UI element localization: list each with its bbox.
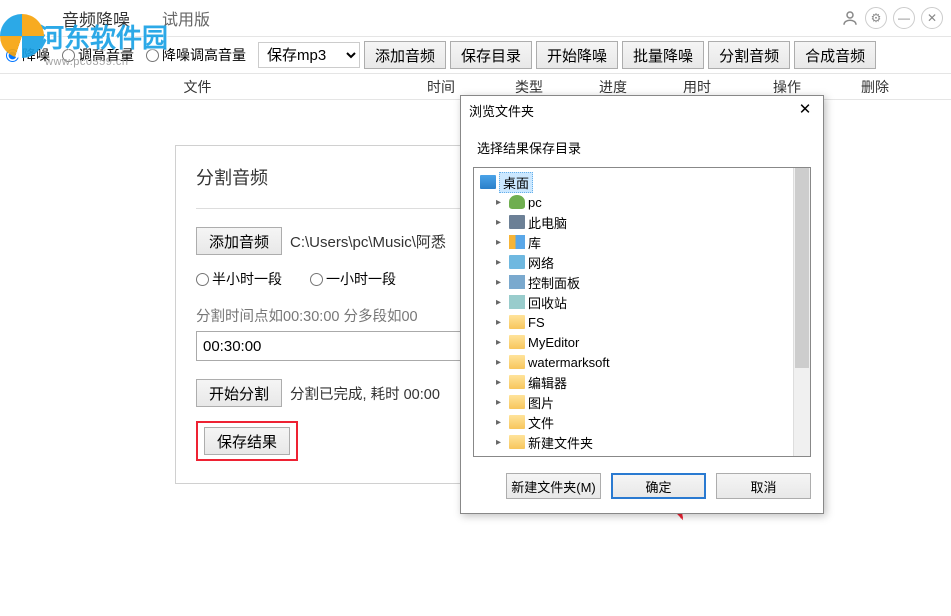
tree-item-label: 库	[528, 233, 541, 252]
col-progress: 进度	[571, 77, 655, 97]
user-icon[interactable]	[841, 9, 859, 27]
folder-icon	[509, 375, 525, 389]
tree-item-label: 文件	[528, 413, 554, 432]
tree-item-label: FS	[528, 315, 545, 330]
highlight-annotation: 保存结果	[196, 421, 298, 461]
radio-denoise[interactable]: 降噪	[6, 45, 50, 65]
tree-scrollbar[interactable]	[793, 168, 810, 456]
tree-item[interactable]: ▸ 控制面板	[492, 272, 808, 292]
col-action: 操作	[739, 77, 835, 97]
expander-icon[interactable]: ▸	[496, 277, 506, 288]
split-status: 分割已完成, 耗时 00:00	[290, 383, 440, 404]
tree-item[interactable]: ▸ watermarksoft	[492, 352, 808, 372]
expander-icon[interactable]: ▸	[496, 357, 506, 368]
col-file: 文件	[0, 77, 395, 97]
expander-icon[interactable]: ▸	[496, 377, 506, 388]
tree-item-label: watermarksoft	[528, 355, 610, 370]
dialog-instruction: 选择结果保存目录	[461, 124, 823, 167]
tree-desktop[interactable]: 桌面	[476, 172, 808, 192]
main-toolbar: 降噪 调高音量 降噪调高音量 保存mp3 添加音频 保存目录 开始降噪 批量降噪…	[0, 36, 951, 74]
radio-half-hour[interactable]: 半小时一段	[196, 269, 282, 289]
expander-icon[interactable]: ▸	[496, 317, 506, 328]
user-icon	[509, 195, 525, 209]
tree-item[interactable]: ▸ 图片	[492, 392, 808, 412]
folder-icon	[509, 435, 525, 449]
tree-item-label: MyEditor	[528, 335, 579, 350]
merge-audio-button[interactable]: 合成音频	[794, 41, 876, 69]
new-folder-button[interactable]: 新建文件夹(M)	[506, 473, 601, 499]
save-format-select[interactable]: 保存mp3	[258, 42, 360, 68]
pc-icon	[509, 215, 525, 229]
tree-item[interactable]: ▸ 回收站	[492, 292, 808, 312]
expander-icon[interactable]: ▸	[496, 257, 506, 268]
start-split-button[interactable]: 开始分割	[196, 379, 282, 407]
tree-item-label: pc	[528, 195, 542, 210]
browse-folder-dialog: 浏览文件夹 ✕ 选择结果保存目录 桌面 ▸pc▸此电脑▸库▸网络▸控制面板▸回收…	[460, 95, 824, 514]
tree-item[interactable]: ▸ FS	[492, 312, 808, 332]
cancel-button[interactable]: 取消	[716, 473, 811, 499]
tree-item[interactable]: ▸ 网络	[492, 252, 808, 272]
dialog-close-icon[interactable]: ✕	[795, 100, 815, 120]
batch-denoise-button[interactable]: 批量降噪	[622, 41, 704, 69]
file-path: C:\Users\pc\Music\阿悉	[290, 231, 446, 252]
cpl-icon	[509, 275, 525, 289]
expander-icon[interactable]: ▸	[496, 217, 506, 228]
net-icon	[509, 255, 525, 269]
add-audio-button[interactable]: 添加音频	[364, 41, 446, 69]
expander-icon[interactable]: ▸	[496, 417, 506, 428]
save-result-button[interactable]: 保存结果	[204, 427, 290, 455]
tree-item-label: 新建文件夹	[528, 433, 593, 452]
tree-item[interactable]: ▸ 文件	[492, 412, 808, 432]
lib-icon	[509, 235, 525, 249]
radio-denoise-volume[interactable]: 降噪调高音量	[146, 45, 246, 65]
folder-icon	[509, 315, 525, 329]
expander-icon[interactable]: ▸	[496, 397, 506, 408]
settings-icon[interactable]: ⚙	[865, 7, 887, 29]
folder-tree[interactable]: 桌面 ▸pc▸此电脑▸库▸网络▸控制面板▸回收站▸FS▸MyEditor▸wat…	[473, 167, 811, 457]
dialog-title: 浏览文件夹	[469, 101, 534, 120]
tree-item[interactable]: ▸ 编辑器	[492, 372, 808, 392]
col-delete: 删除	[835, 77, 915, 97]
desktop-icon	[480, 175, 496, 189]
tree-item[interactable]: ▸ pc	[492, 192, 808, 212]
recycle-icon	[509, 295, 525, 309]
expander-icon[interactable]: ▸	[496, 237, 506, 248]
tree-item-label: 此电脑	[528, 213, 567, 232]
tree-item-label: 编辑器	[528, 373, 567, 392]
folder-icon	[509, 355, 525, 369]
split-audio-button[interactable]: 分割音频	[708, 41, 790, 69]
folder-icon	[509, 335, 525, 349]
col-type: 类型	[487, 77, 571, 97]
expander-icon[interactable]: ▸	[496, 297, 506, 308]
tree-item[interactable]: ▸ MyEditor	[492, 332, 808, 352]
tree-item[interactable]: ▸库	[492, 232, 808, 252]
expander-icon[interactable]: ▸	[496, 197, 506, 208]
radio-volume-up[interactable]: 调高音量	[62, 45, 134, 65]
tree-item[interactable]: ▸ 此电脑	[492, 212, 808, 232]
app-title: 音频降噪	[62, 6, 130, 31]
expander-icon[interactable]: ▸	[496, 437, 506, 448]
radio-one-hour[interactable]: 一小时一段	[310, 269, 396, 289]
panel-add-audio-button[interactable]: 添加音频	[196, 227, 282, 255]
tree-item-label: 回收站	[528, 293, 567, 312]
window-titlebar: 音频降噪 试用版 ⚙ — ✕	[0, 0, 951, 36]
col-time: 时间	[395, 77, 487, 97]
col-elapsed: 用时	[655, 77, 739, 97]
close-icon[interactable]: ✕	[921, 7, 943, 29]
tree-item-label: 网络	[528, 253, 554, 272]
expander-icon[interactable]: ▸	[496, 337, 506, 348]
folder-icon	[509, 415, 525, 429]
minimize-icon[interactable]: —	[893, 7, 915, 29]
tree-item-label: 控制面板	[528, 273, 580, 292]
tree-item-label: 图片	[528, 393, 554, 412]
tree-item[interactable]: ▸ 新建文件夹	[492, 432, 808, 452]
start-denoise-button[interactable]: 开始降噪	[536, 41, 618, 69]
save-dir-button[interactable]: 保存目录	[450, 41, 532, 69]
folder-icon	[509, 395, 525, 409]
trial-label: 试用版	[162, 6, 210, 30]
ok-button[interactable]: 确定	[611, 473, 706, 499]
